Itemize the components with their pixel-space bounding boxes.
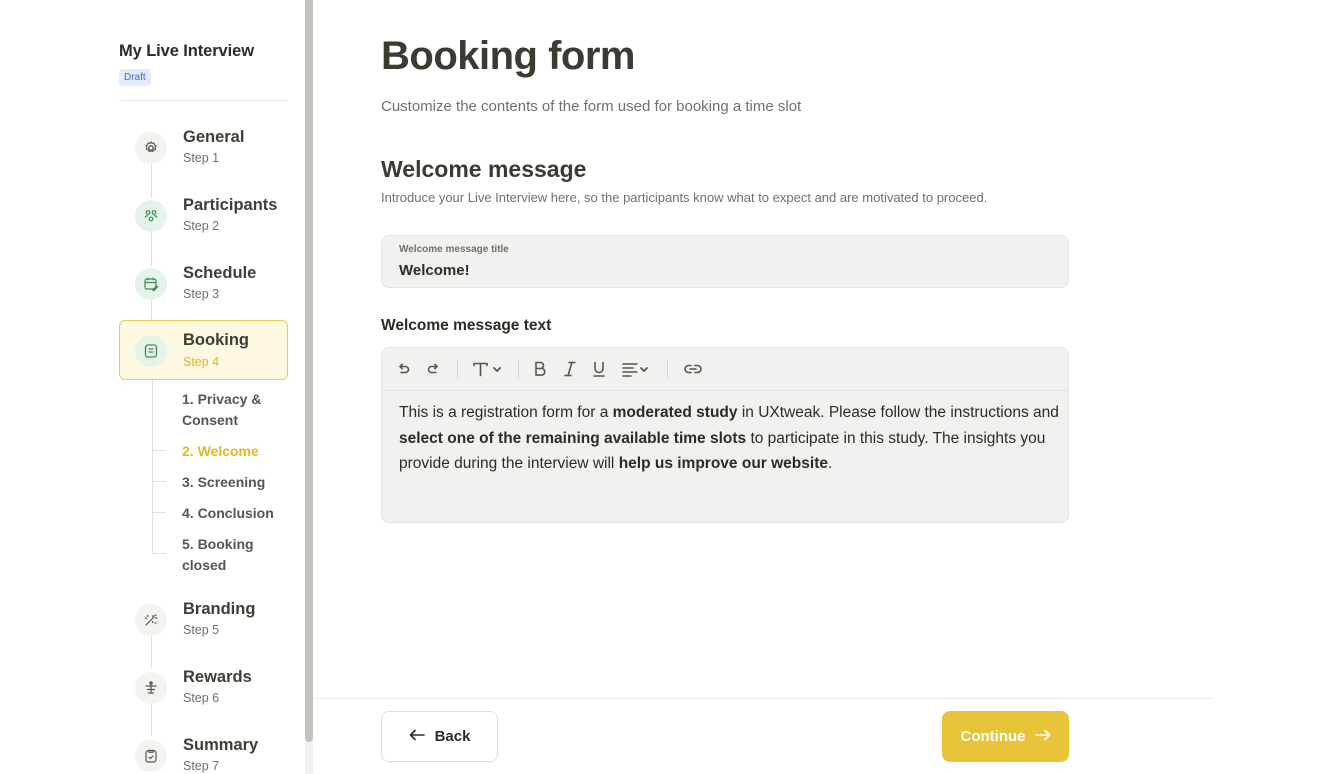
step-name: General <box>183 128 245 146</box>
footer-divider <box>313 698 1213 699</box>
italic-icon[interactable] <box>562 358 578 380</box>
editor-text: . <box>827 455 833 472</box>
link-icon[interactable] <box>682 358 704 380</box>
editor-bold-text: moderated study <box>612 404 738 421</box>
editor-toolbar <box>382 348 1068 391</box>
substep-conclusion[interactable]: 4. Conclusion <box>182 503 282 524</box>
arrow-left-icon <box>409 728 425 745</box>
continue-button-label: Continue <box>960 728 1026 745</box>
sidebar-step-schedule[interactable]: Schedule Step 3 <box>119 256 288 316</box>
substep-tick <box>152 481 166 482</box>
substep-screening[interactable]: 3. Screening <box>182 472 282 493</box>
substep-tick <box>152 553 166 554</box>
back-button-label: Back <box>434 728 471 745</box>
bold-icon[interactable] <box>532 358 548 380</box>
gear-icon <box>135 132 167 164</box>
project-title: My Live Interview <box>119 42 254 60</box>
step-name: Booking <box>183 331 249 349</box>
gift-icon <box>135 672 167 704</box>
sidebar-step-summary[interactable]: Summary Step 7 <box>119 728 288 774</box>
sidebar-step-booking[interactable]: Booking Step 4 <box>119 320 288 380</box>
substep-privacy-consent[interactable]: 1. Privacy & Consent <box>182 389 282 431</box>
editor-text: This is a registration form for a <box>399 404 613 421</box>
step-number: Step 3 <box>183 287 220 301</box>
step-name: Summary <box>183 736 259 754</box>
substep-welcome[interactable]: 2. Welcome <box>182 441 282 462</box>
welcome-title-input[interactable] <box>399 262 1039 279</box>
undo-icon[interactable] <box>395 358 411 380</box>
calendar-edit-icon <box>135 268 167 300</box>
step-name: Schedule <box>183 264 257 282</box>
editor-text: in UXtweak. Please follow the instructio… <box>737 404 1059 421</box>
welcome-title-label: Welcome message title <box>399 244 509 255</box>
sidebar-step-branding[interactable]: Branding Step 5 <box>119 592 288 652</box>
section-description: Introduce your Live Interview here, so t… <box>381 190 988 205</box>
step-number: Step 6 <box>183 691 220 705</box>
step-number: Step 4 <box>183 355 220 369</box>
rich-text-editor[interactable]: This is a registration form for a modera… <box>381 347 1069 523</box>
welcome-text-label: Welcome message text <box>381 317 552 334</box>
section-title: Welcome message <box>381 156 587 182</box>
sidebar: My Live Interview Draft General Step 1 P… <box>0 0 305 774</box>
substep-tick <box>152 450 166 451</box>
toolbar-separator <box>518 360 519 378</box>
substep-tick <box>152 512 166 513</box>
clipboard-check-icon <box>135 740 167 772</box>
substep-booking-closed[interactable]: 5. Booking closed <box>182 534 282 576</box>
page-title: Booking form <box>381 34 635 78</box>
editor-content[interactable]: This is a registration form for a modera… <box>399 400 1059 477</box>
step-name: Participants <box>183 196 278 214</box>
magic-wand-icon <box>135 604 167 636</box>
sidebar-step-participants[interactable]: Participants Step 2 <box>119 188 288 248</box>
redo-icon[interactable] <box>425 358 441 380</box>
text-style-icon[interactable] <box>472 358 504 380</box>
editor-bold-text: select one of the remaining available ti… <box>399 429 747 447</box>
status-badge: Draft <box>119 69 151 86</box>
sidebar-divider <box>119 100 288 101</box>
form-icon <box>135 335 167 367</box>
align-icon[interactable] <box>621 358 653 380</box>
people-icon <box>135 200 167 232</box>
step-name: Branding <box>183 600 256 618</box>
page-subtitle: Customize the contents of the form used … <box>381 98 802 115</box>
toolbar-separator <box>457 360 458 378</box>
arrow-right-icon <box>1034 728 1051 745</box>
step-number: Step 1 <box>183 151 220 165</box>
underline-icon[interactable] <box>591 358 607 380</box>
step-name: Rewards <box>183 668 252 686</box>
editor-bold-text: help us improve our website <box>618 455 828 472</box>
sidebar-step-general[interactable]: General Step 1 <box>119 120 288 180</box>
substeps-connector <box>152 380 153 553</box>
continue-button[interactable]: Continue <box>942 711 1069 762</box>
back-button[interactable]: Back <box>381 711 498 762</box>
step-number: Step 5 <box>183 623 220 637</box>
sidebar-step-rewards[interactable]: Rewards Step 6 <box>119 660 288 720</box>
welcome-title-field[interactable]: Welcome message title <box>381 235 1069 288</box>
toolbar-separator <box>667 360 668 378</box>
sidebar-scrollbar-thumb[interactable] <box>305 0 313 742</box>
step-number: Step 2 <box>183 219 220 233</box>
step-number: Step 7 <box>183 759 220 773</box>
